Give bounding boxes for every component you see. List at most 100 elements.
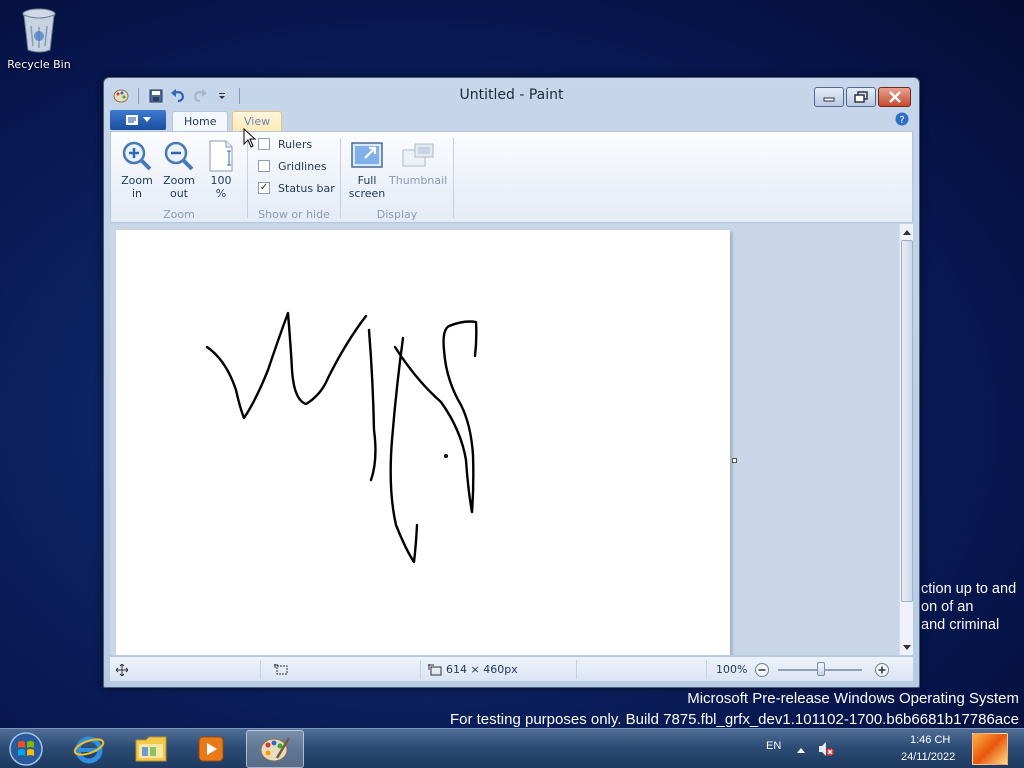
zoom-in-label-2: in — [131, 187, 143, 200]
dot — [444, 453, 449, 458]
status-bar-label: Status bar — [278, 181, 335, 195]
show-desktop-button[interactable] — [972, 733, 1008, 765]
zoom-level-text: 100% — [716, 663, 748, 676]
status-separator — [576, 660, 577, 679]
zoom-group: Zoom in Zoom out 100 % Zoom — [111, 132, 247, 224]
stroke-1 — [205, 311, 368, 420]
stroke-4 — [393, 320, 478, 514]
watermark-line2: For testing purposes only. Build 7875.fb… — [449, 711, 1019, 728]
zoom-in-status-button[interactable] — [874, 657, 890, 682]
selection-size-icon — [274, 657, 288, 682]
help-icon[interactable]: ? — [895, 112, 909, 129]
background-text-line: and criminal — [921, 617, 1000, 633]
scroll-up-icon[interactable] — [900, 225, 914, 239]
close-icon — [888, 91, 901, 103]
paint-palette-icon — [260, 737, 291, 762]
zoom-in-button[interactable]: Zoom in — [117, 138, 157, 200]
minimize-button[interactable] — [814, 87, 844, 107]
window-controls — [814, 87, 911, 107]
zoom-100-label-2: % — [215, 187, 227, 200]
taskbar-media-player[interactable] — [182, 730, 240, 768]
background-text-line: on of an — [921, 599, 974, 615]
zoom-out-button[interactable]: Zoom out — [159, 138, 199, 200]
gridlines-checkbox[interactable] — [258, 160, 270, 172]
start-button[interactable] — [6, 731, 46, 767]
zoom-100-label-1: 100 — [210, 174, 232, 187]
title-bar[interactable]: Untitled - Paint — [104, 78, 919, 108]
status-bar-checkbox[interactable]: ✓ — [258, 182, 270, 194]
thumbnail-icon — [402, 143, 434, 167]
group-separator — [453, 138, 454, 218]
mouse-cursor-icon — [243, 128, 257, 148]
thumbnail-button[interactable]: Thumbnail — [389, 138, 447, 187]
scroll-down-icon[interactable] — [900, 640, 914, 654]
full-screen-label-2: screen — [348, 187, 386, 200]
vertical-scrollbar[interactable] — [899, 224, 913, 655]
freehand-drawing — [205, 311, 478, 564]
svg-text:?: ? — [899, 115, 904, 126]
background-text-line: ction up to and — [921, 581, 1017, 597]
rulers-label: Rulers — [278, 137, 313, 151]
clock-date[interactable]: 24/11/2022 — [901, 751, 955, 763]
taskbar-paint[interactable] — [246, 730, 304, 768]
image-size-text: 614 × 460px — [446, 663, 518, 676]
status-bar-checkbox-row[interactable]: ✓ Status bar — [258, 179, 335, 197]
status-separator — [260, 660, 261, 679]
zoom-group-label: Zoom — [163, 208, 195, 221]
status-bar: 614 × 460px 100% — [110, 656, 913, 681]
display-group: Full screen Thumbnail Display — [341, 132, 453, 224]
volume-muted-icon[interactable] — [817, 740, 835, 761]
image-size-indicator: 614 × 460px — [428, 657, 518, 682]
scrollbar-thumb[interactable] — [901, 240, 913, 602]
recycle-bin-icon — [22, 8, 56, 53]
zoom-out-label-1: Zoom — [163, 174, 195, 187]
ribbon-panel: Zoom in Zoom out 100 % Zoom Rulers Gridl… — [110, 131, 913, 223]
taskbar-windows-explorer[interactable] — [122, 730, 180, 768]
show-hidden-icons-icon[interactable] — [796, 743, 806, 757]
watermark-line1: Microsoft Pre-release Windows Operating … — [687, 690, 1019, 707]
os-watermark: Microsoft Pre-release Windows Operating … — [450, 688, 1019, 730]
clock-time[interactable]: 1:46 CH — [910, 734, 950, 746]
paint-window: Untitled - Paint Home View ? Zoom in Zoo… — [103, 77, 920, 688]
status-separator — [706, 660, 707, 679]
chevron-down-icon — [143, 117, 151, 122]
fullscreen-icon — [351, 142, 383, 168]
display-group-label: Display — [376, 208, 418, 221]
background-text-fragment: ction up to and on of an and criminal — [921, 580, 1024, 634]
minimize-icon — [823, 97, 835, 102]
maximize-button[interactable] — [846, 87, 876, 107]
gridlines-checkbox-row[interactable]: Gridlines — [258, 157, 327, 175]
recycle-bin-label: Recycle Bin — [7, 58, 71, 71]
zoom-out-icon — [164, 141, 194, 171]
language-indicator[interactable]: EN — [766, 740, 781, 752]
canvas-workspace — [110, 224, 899, 655]
drawing-canvas[interactable] — [116, 230, 730, 655]
zoom-out-status-button[interactable] — [754, 657, 770, 682]
plus-circle-icon — [875, 662, 889, 677]
windows-logo-icon — [9, 732, 43, 766]
zoom-out-label-2: out — [169, 187, 188, 200]
folder-icon — [135, 736, 167, 762]
tab-home[interactable]: Home — [172, 111, 229, 133]
full-screen-label-1: Full — [357, 174, 377, 187]
zoom-in-icon — [122, 141, 152, 171]
gridlines-label: Gridlines — [278, 159, 327, 173]
canvas-resize-handle[interactable] — [732, 458, 737, 463]
zoom-slider-thumb[interactable] — [817, 662, 825, 676]
stroke-2 — [367, 328, 377, 482]
media-player-icon — [198, 736, 224, 762]
zoom-100-button[interactable]: 100 % — [201, 138, 241, 200]
recycle-bin[interactable]: Recycle Bin — [4, 6, 74, 71]
ribbon-tab-row: Home View ? — [110, 108, 913, 133]
tab-view[interactable]: View — [232, 111, 283, 133]
full-screen-button[interactable]: Full screen — [347, 138, 387, 200]
page-100-icon — [209, 140, 233, 172]
show-or-hide-group-label: Show or hide — [258, 208, 330, 221]
paint-menu-button[interactable] — [110, 110, 166, 130]
rulers-checkbox-row[interactable]: Rulers — [258, 135, 312, 153]
internet-explorer-icon — [73, 736, 105, 764]
taskbar-internet-explorer[interactable] — [60, 730, 118, 768]
taskbar: EN 1:46 CH 24/11/2022 — [0, 728, 1024, 768]
close-button[interactable] — [878, 87, 911, 107]
rulers-checkbox[interactable] — [258, 138, 270, 150]
